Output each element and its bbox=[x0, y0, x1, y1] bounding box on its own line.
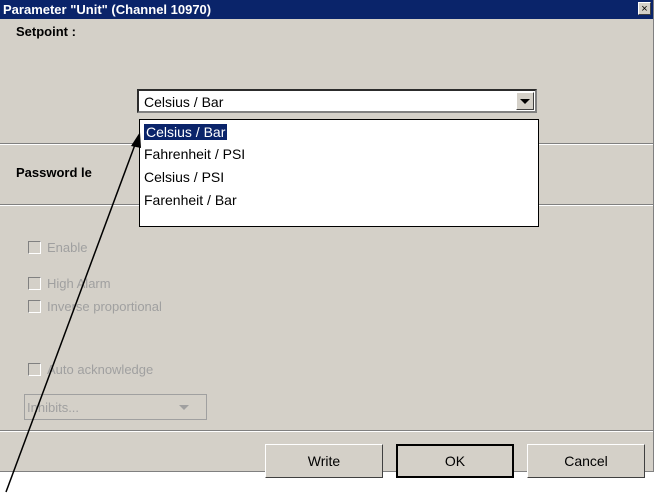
auto-acknowledge-checkbox[interactable] bbox=[28, 363, 41, 376]
enable-checkbox[interactable] bbox=[28, 241, 41, 254]
inverse-proportional-checkbox-row[interactable]: Inverse proportional bbox=[28, 299, 162, 314]
close-icon[interactable]: × bbox=[638, 2, 651, 15]
setpoint-select[interactable]: Celsius / Bar bbox=[137, 89, 537, 113]
setpoint-selected-value: Celsius / Bar bbox=[144, 94, 224, 110]
inverse-proportional-label: Inverse proportional bbox=[47, 299, 162, 314]
cancel-button[interactable]: Cancel bbox=[527, 444, 645, 478]
inverse-proportional-checkbox[interactable] bbox=[28, 300, 41, 313]
chevron-down-icon[interactable] bbox=[516, 92, 534, 110]
enable-label: Enable bbox=[47, 240, 88, 255]
dropdown-option[interactable]: Celsius / Bar bbox=[140, 122, 538, 143]
auto-acknowledge-label: Auto acknowledge bbox=[47, 362, 154, 377]
parameter-dialog: Parameter "Unit" (Channel 10970) × Setpo… bbox=[0, 0, 654, 478]
inhibits-value: Inhibits... bbox=[27, 400, 80, 415]
write-button[interactable]: Write bbox=[265, 444, 383, 478]
high-alarm-checkbox[interactable] bbox=[28, 277, 41, 290]
divider bbox=[0, 430, 653, 432]
setpoint-label: Setpoint : bbox=[16, 24, 76, 39]
password-level-label: Password le bbox=[16, 165, 92, 180]
title-bar: Parameter "Unit" (Channel 10970) × bbox=[0, 0, 653, 19]
ok-button[interactable]: OK bbox=[396, 444, 514, 478]
chevron-down-icon bbox=[179, 405, 189, 410]
auto-acknowledge-checkbox-row[interactable]: Auto acknowledge bbox=[28, 362, 153, 377]
window-title: Parameter "Unit" (Channel 10970) bbox=[3, 2, 212, 17]
dropdown-option[interactable]: Fahrenheit / PSI bbox=[140, 144, 538, 165]
dropdown-option[interactable]: Celsius / PSI bbox=[140, 167, 538, 188]
high-alarm-checkbox-row[interactable]: High Alarm bbox=[28, 276, 111, 291]
dropdown-option[interactable]: Farenheit / Bar bbox=[140, 190, 538, 211]
inhibits-select[interactable]: Inhibits... bbox=[24, 394, 207, 420]
setpoint-dropdown-list[interactable]: Celsius / Bar Fahrenheit / PSI Celsius /… bbox=[139, 119, 539, 227]
high-alarm-label: High Alarm bbox=[47, 276, 111, 291]
enable-checkbox-row[interactable]: Enable bbox=[28, 240, 87, 255]
